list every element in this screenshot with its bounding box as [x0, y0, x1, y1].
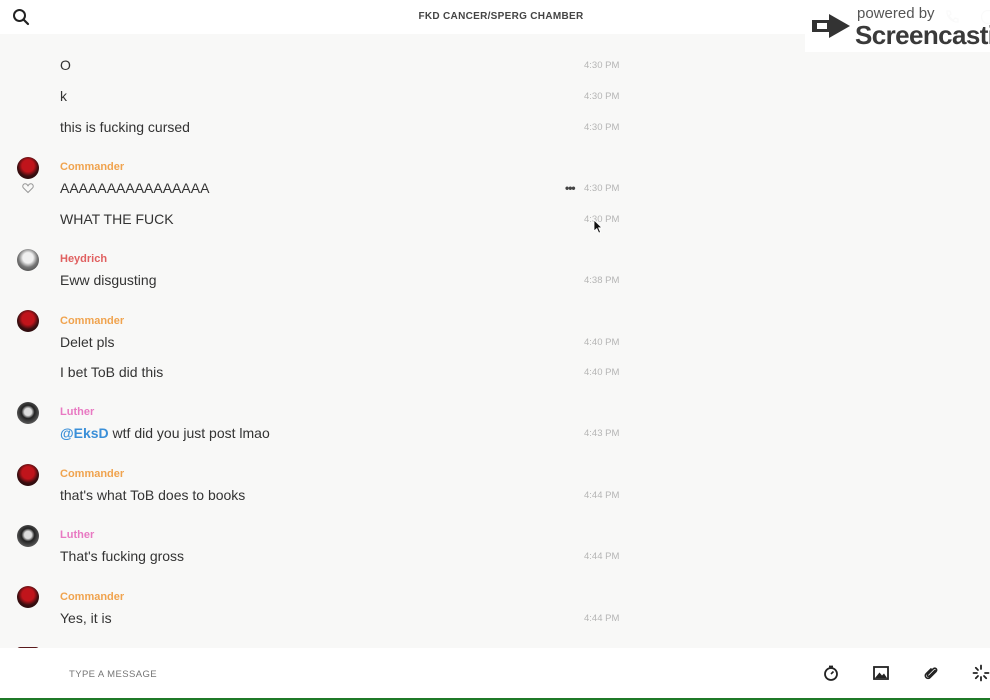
message-text: Eww disgusting: [60, 272, 157, 288]
message-text: this is fucking cursed: [60, 119, 190, 135]
message-text: WHAT THE FUCK: [60, 211, 174, 227]
message-time: 4:44 PM: [584, 551, 620, 562]
mouse-cursor-icon: [593, 219, 603, 234]
message-text: k: [60, 88, 67, 104]
user-mention[interactable]: @EksD: [60, 425, 109, 441]
message-time: 4:43 PM: [584, 428, 620, 439]
message-time: 4:44 PM: [584, 490, 620, 501]
message-time: 4:30 PM: [584, 122, 620, 133]
avatar[interactable]: [17, 249, 39, 271]
heart-icon[interactable]: [22, 182, 34, 194]
message-text: AAAAAAAAAAAAAAAA: [60, 180, 210, 196]
more-icon[interactable]: •••: [565, 181, 576, 195]
message-composer: [0, 648, 990, 698]
avatar[interactable]: [17, 157, 39, 179]
message-input[interactable]: [67, 668, 671, 681]
message-author[interactable]: Luther: [60, 406, 94, 418]
message-time: 4:40 PM: [584, 367, 620, 378]
timer-icon[interactable]: [822, 664, 840, 682]
message-text: Delet pls: [60, 334, 115, 350]
sparkle-icon[interactable]: [972, 664, 990, 682]
attachment-icon[interactable]: [922, 664, 940, 682]
message-author[interactable]: Heydrich: [60, 253, 107, 265]
message-time: 4:30 PM: [584, 91, 620, 102]
avatar[interactable]: [17, 310, 39, 332]
message-author[interactable]: Commander: [60, 468, 124, 480]
avatar[interactable]: [17, 464, 39, 486]
message-text: that's what ToB does to books: [60, 487, 246, 503]
message-author[interactable]: Luther: [60, 529, 94, 541]
avatar[interactable]: [17, 525, 39, 547]
message-text-body: wtf did you just post lmao: [108, 425, 270, 441]
message-time: 4:30 PM: [584, 60, 620, 71]
message-text: That's fucking gross: [60, 548, 185, 564]
avatar[interactable]: [17, 586, 39, 608]
message-author[interactable]: Commander: [60, 591, 124, 603]
message-author[interactable]: Commander: [60, 315, 124, 327]
message-text: Yes, it is: [60, 610, 112, 626]
message-text: I bet ToB did this: [60, 364, 164, 380]
message-text: O: [60, 57, 71, 73]
message-author[interactable]: Commander: [60, 161, 124, 173]
avatar[interactable]: [17, 402, 39, 424]
message-list[interactable]: O 4:30 PM k 4:30 PM this is fucking curs…: [0, 34, 990, 650]
message-time: 4:40 PM: [584, 337, 620, 348]
message-time: 4:38 PM: [584, 275, 620, 286]
image-icon[interactable]: [872, 664, 890, 682]
message-time: 4:44 PM: [584, 613, 620, 624]
message-time: 4:30 PM: [584, 183, 620, 194]
message-text: @EksD wtf did you just post lmao: [60, 425, 270, 441]
